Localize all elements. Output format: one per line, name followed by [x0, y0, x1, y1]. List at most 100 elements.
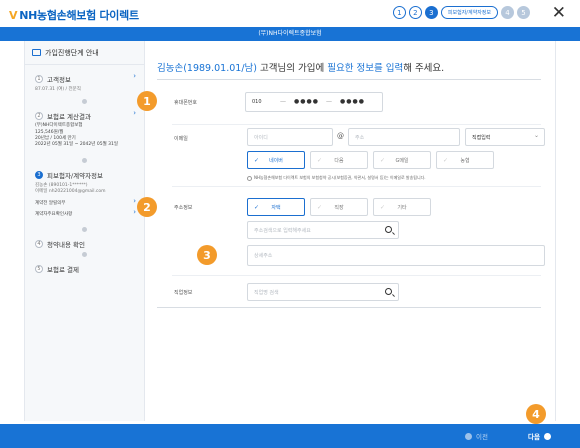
search-icon[interactable] [385, 288, 392, 295]
monitor-icon [32, 49, 41, 56]
divider [157, 79, 541, 80]
title-text: 고객님의 가입에 [256, 63, 328, 74]
chevron-right-icon[interactable]: › [133, 208, 136, 216]
step-2[interactable]: 2 [408, 6, 422, 19]
product-title: (무)NH다이렉트종합보험 [258, 30, 322, 37]
step-connector-dot [82, 158, 87, 163]
form-panel: 김농손(1989.01.01/남) 고객님의 가입에 필요한 정보를 입력해 주… [146, 41, 556, 421]
option-label: 네이버 [269, 157, 283, 164]
close-icon[interactable]: ✕ [552, 3, 566, 23]
marker-2: 2 [137, 197, 157, 217]
option-label: 직장 [334, 204, 344, 211]
address-option-work[interactable]: ✓ 직장 [310, 198, 368, 216]
brand-logo[interactable]: V NH농협손해보험 다이렉트 [9, 7, 139, 23]
prev-button[interactable]: 이전 [465, 431, 488, 441]
step-number: 1 [35, 75, 43, 83]
option-label: 자택 [271, 204, 281, 211]
sidebar-link-disclosure[interactable]: 계약전 알릴의무 [35, 200, 65, 206]
step-5: 5 [517, 6, 530, 19]
chevron-right-icon[interactable]: › [133, 72, 136, 80]
marker-1: 1 [137, 91, 157, 111]
next-label: 다음 [528, 433, 540, 441]
search-icon[interactable] [385, 226, 392, 233]
option-label: 기타 [397, 204, 407, 211]
page-title: 김농손(1989.01.01/남) 고객님의 가입에 필요한 정보를 입력해 주… [157, 60, 444, 74]
customer-name: 김농손(1989.01.01/남) [157, 63, 257, 74]
address-option-other[interactable]: ✓ 기타 [373, 198, 431, 216]
divider [172, 186, 541, 187]
brand-name: NH농협손해보험 다이렉트 [19, 9, 139, 22]
check-icon: ✓ [317, 156, 323, 164]
sidebar-item-payment: 5 보험료 결제 [35, 264, 79, 274]
title-emphasis: 필요한 정보를 입력 [327, 63, 404, 74]
email-option-daum[interactable]: ✓ 다음 [310, 151, 368, 169]
sidebar-item-insured-info[interactable]: 3 피보험자/계약자정보 [35, 170, 103, 180]
premium-period: 2022년 05월 31일 ~ 2042년 05월 31일 [35, 142, 119, 147]
brand-mark: V [9, 9, 18, 22]
at-sign: @ [337, 132, 344, 140]
step-connector-dot [82, 227, 87, 232]
step-1[interactable]: 1 [392, 6, 406, 19]
sidebar-link-key-terms[interactable]: 계약자주요확인사항 [35, 211, 72, 217]
email-option-gmail[interactable]: ✓ G메일 [373, 151, 431, 169]
check-icon: ✓ [380, 203, 386, 211]
address-label: 주소정보 [174, 205, 193, 211]
step-indicator: 1 2 3 피보험자/계약자정보 4 5 [392, 6, 530, 19]
phone-label: 휴대폰번호 [174, 100, 198, 106]
divider [157, 307, 541, 308]
job-search-placeholder: 직업명 검색 [254, 289, 279, 296]
email-domain-select[interactable]: 직접입력 ⌄ [465, 128, 545, 146]
address-option-home[interactable]: ✓ 자택 [247, 198, 305, 216]
email-option-naver[interactable]: ✓ 네이버 [247, 151, 305, 169]
sidebar-item-application-review: 4 청약내용 확인 [35, 239, 85, 249]
address-detail-input[interactable]: 상세주소 [247, 245, 545, 266]
sidebar-item-premium-result[interactable]: 2 보험료 계산결과 [35, 111, 91, 121]
job-search-input[interactable]: 직업명 검색 [247, 283, 399, 301]
step-number: 5 [35, 265, 43, 273]
phone-last: ●●●● [340, 98, 365, 105]
phone-middle: ●●●● [294, 98, 319, 105]
sidebar-item-customer-info[interactable]: 1 고객정보 [35, 74, 71, 84]
chevron-right-icon[interactable]: › [133, 197, 136, 205]
phone-field[interactable]: 010 — ●●●● — ●●●● [245, 92, 383, 112]
active-step-label: 피보험자/계약자정보 [440, 6, 498, 19]
sidebar-item-label: 피보험자/계약자정보 [47, 172, 104, 180]
premium-product: (무)NH다이렉트종합보험 [35, 123, 83, 128]
circle-icon [465, 432, 472, 440]
sidebar-item-label: 보험료 결제 [47, 266, 79, 274]
step-4: 4 [501, 6, 514, 19]
email-id-input[interactable]: 아이디 [247, 128, 333, 146]
footer-bar: 이전 다음 [0, 424, 580, 448]
address-search-input[interactable]: 주소검색으로 입력해주세요 [247, 221, 399, 239]
main-frame: 가입진행단계 안내 1 고객정보 › 87.07.31 (여) / 전문직 2 … [24, 41, 556, 421]
step-connector-dot [82, 99, 87, 104]
next-button[interactable]: 다음 [528, 431, 551, 441]
progress-sidebar: 가입진행단계 안내 1 고객정보 › 87.07.31 (여) / 전문직 2 … [25, 41, 145, 421]
option-label: 농협 [460, 157, 470, 164]
sidebar-item-label: 고객정보 [47, 76, 71, 84]
divider [172, 124, 541, 125]
phone-separator: — [326, 98, 332, 105]
email-notice-text: NH농협손해보험 다이렉트 보험의 보험청약 공시(보험증권, 약관서, 설명서… [254, 175, 426, 180]
step-number: 4 [35, 240, 43, 248]
email-domain-input[interactable]: 주소 [348, 128, 460, 146]
product-banner: (무)NH다이렉트종합보험 [0, 27, 580, 41]
email-option-nh[interactable]: ✓ 농협 [436, 151, 494, 169]
check-icon: ✓ [380, 156, 386, 164]
email-label: 이메일 [174, 136, 188, 142]
step-3[interactable]: 3 [424, 6, 438, 19]
phone-prefix: 010 [252, 99, 262, 105]
check-icon: ✓ [443, 156, 449, 164]
address-search-placeholder: 주소검색으로 입력해주세요 [254, 227, 311, 234]
job-label: 직업정보 [174, 290, 193, 296]
sidebar-item-label: 청약내용 확인 [47, 241, 85, 249]
option-label: G메일 [395, 157, 409, 164]
marker-3: 3 [197, 245, 217, 265]
info-icon [247, 175, 252, 181]
customer-summary: 87.07.31 (여) / 전문직 [35, 87, 81, 92]
chevron-right-icon[interactable]: › [133, 109, 136, 117]
insured-email: 이메일 nh20221004@gmail.com [35, 189, 106, 194]
step-connector-dot [82, 252, 87, 257]
check-icon: ✓ [254, 203, 260, 211]
sidebar-heading: 가입진행단계 안내 [25, 41, 144, 65]
